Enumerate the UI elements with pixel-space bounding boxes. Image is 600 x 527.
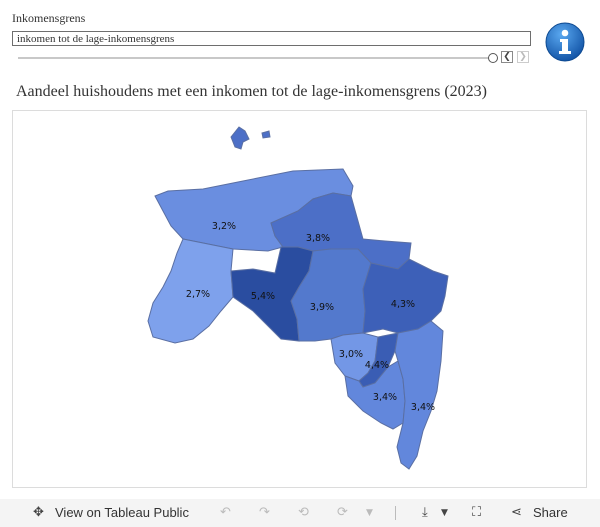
choropleth-map: 3,2% 3,8% 2,7% 5,4% 3,9% 4,3% 3,0% 4,4% … [147, 126, 449, 470]
region-label: 3,4% [373, 392, 397, 403]
region-label: 3,4% [411, 402, 435, 413]
download-icon[interactable]: ⤓ [422, 499, 428, 527]
refresh-icon[interactable]: ⟳ [337, 499, 348, 527]
view-on-tableau-link[interactable]: View on Tableau Public [55, 499, 189, 527]
income-threshold-dropdown[interactable]: inkomen tot de lage-inkomensgrens [12, 31, 531, 46]
redo-icon[interactable]: ↷ [259, 499, 270, 527]
share-icon[interactable]: ⋖ [511, 499, 522, 527]
toolbar-divider [395, 506, 396, 520]
region-label: 5,4% [251, 291, 275, 302]
slider-prev-button[interactable]: ❮ [501, 51, 513, 63]
share-button[interactable]: Share [533, 499, 568, 527]
info-icon[interactable] [545, 22, 585, 62]
slider-next-button[interactable]: ❯ [517, 51, 529, 63]
region-label: 3,8% [306, 233, 330, 244]
filter-label: Inkomensgrens [12, 11, 86, 25]
year-slider-track[interactable] [18, 57, 490, 59]
download-chevron-icon[interactable]: ▼ [441, 499, 448, 527]
map-region[interactable] [362, 258, 449, 334]
fullscreen-icon[interactable]: ⛶ [472, 499, 481, 527]
map-island-small [261, 130, 271, 139]
region-label: 2,7% [186, 289, 210, 300]
region-label: 3,2% [212, 221, 236, 232]
map-island-large [230, 126, 250, 150]
region-label: 3,0% [339, 349, 363, 360]
map-title: Aandeel huishoudens met een inkomen tot … [16, 83, 487, 100]
map-container: 3,2% 3,8% 2,7% 5,4% 3,9% 4,3% 3,0% 4,4% … [12, 110, 587, 488]
region-label: 4,3% [391, 299, 415, 310]
region-label: 4,4% [365, 360, 389, 371]
tableau-icon[interactable]: ✥ [33, 499, 44, 527]
year-slider-thumb[interactable] [488, 53, 498, 63]
chevron-down-icon[interactable]: ▼ [366, 499, 373, 527]
revert-icon[interactable]: ⟲ [298, 499, 309, 527]
tableau-toolbar: ✥ View on Tableau Public ↶ ↷ ⟲ ⟳ ▼ ⤓ ▼ ⛶… [0, 499, 600, 527]
undo-icon[interactable]: ↶ [220, 499, 231, 527]
region-label: 3,9% [310, 302, 334, 313]
